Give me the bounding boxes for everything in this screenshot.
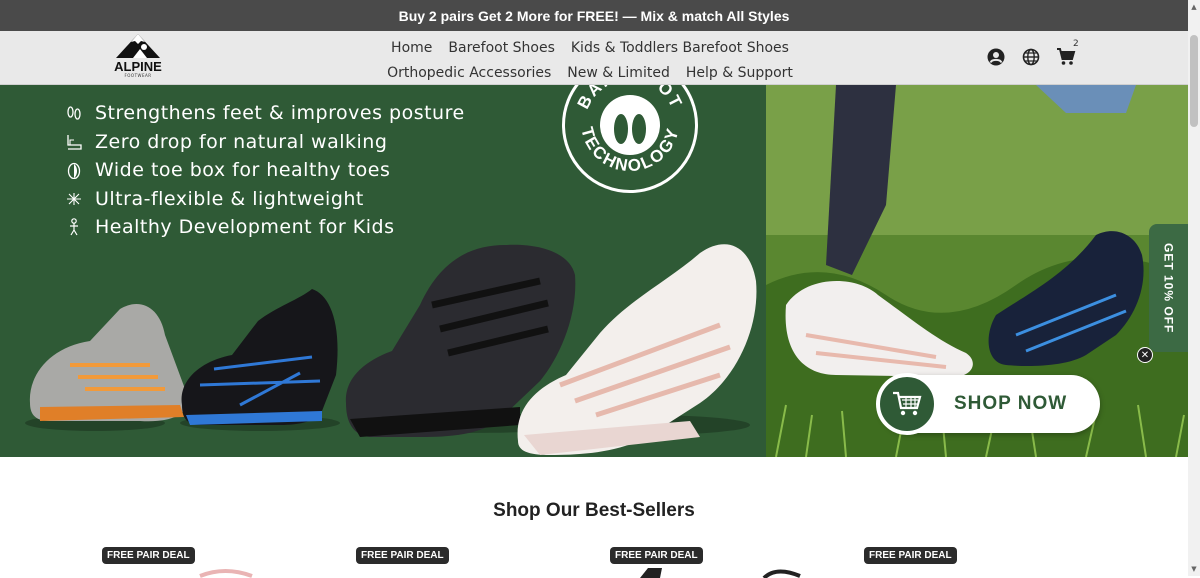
scroll-thumb[interactable] [1190, 35, 1198, 127]
hero-left-panel: Strengthens feet & improves posture Zero… [0, 85, 766, 457]
free-pair-deal-badge: FREE PAIR DEAL [610, 547, 703, 564]
page-scrollbar[interactable]: ▲ ▼ [1188, 0, 1200, 576]
shop-cart-icon [876, 373, 938, 435]
product-image-peek [199, 568, 801, 578]
scroll-up-arrow[interactable]: ▲ [1188, 0, 1200, 14]
nav-help-support[interactable]: Help & Support [686, 65, 793, 81]
mountain-logo-icon [116, 34, 160, 58]
discount-tab-label: GET 10% OFF [1161, 242, 1176, 334]
shop-now-label: SHOP NOW [954, 393, 1068, 414]
nav-row-2: Orthopedic Accessories New & Limited Hel… [387, 60, 793, 85]
bestsellers-title: Shop Our Best-Sellers [493, 500, 695, 521]
close-icon[interactable]: ✕ [1137, 347, 1153, 363]
nav-home[interactable]: Home [391, 40, 432, 56]
cart-count: 2 [1073, 39, 1079, 49]
shop-now-button[interactable]: SHOP NOW [876, 373, 1100, 435]
cart-icon[interactable]: 2 [1055, 39, 1079, 67]
announcement-bar: Buy 2 pairs Get 2 More for FREE! — Mix &… [0, 0, 1188, 31]
nav-row-1: Home Barefoot Shoes Kids & Toddlers Bare… [390, 35, 790, 60]
announcement-text: Buy 2 pairs Get 2 More for FREE! — Mix &… [398, 7, 790, 24]
header-icons: 2 [985, 39, 1079, 67]
discount-side-tab[interactable]: GET 10% OFF [1149, 224, 1188, 352]
alpine-logo[interactable]: ALPINE FOOTWEAR [110, 33, 166, 81]
account-icon[interactable] [985, 46, 1006, 67]
logo-word: ALPINE [114, 59, 162, 74]
site-header: ALPINE FOOTWEAR Home Barefoot Shoes Kids… [0, 31, 1188, 85]
nav-orthopedic-accessories[interactable]: Orthopedic Accessories [387, 65, 551, 81]
scroll-down-arrow[interactable]: ▼ [1188, 562, 1200, 576]
logo-subtitle: FOOTWEAR [124, 73, 152, 78]
nav-kids-toddlers[interactable]: Kids & Toddlers Barefoot Shoes [571, 40, 789, 56]
globe-icon[interactable] [1020, 46, 1041, 67]
nav-new-limited[interactable]: New & Limited [567, 65, 670, 81]
hero-banner[interactable]: Strengthens feet & improves posture Zero… [0, 85, 1188, 457]
shoe-lineup-image [25, 244, 757, 455]
free-pair-deal-badge: FREE PAIR DEAL [102, 547, 195, 564]
free-pair-deal-badge: FREE PAIR DEAL [864, 547, 957, 564]
main-nav: Home Barefoot Shoes Kids & Toddlers Bare… [387, 35, 793, 85]
free-pair-deal-badge: FREE PAIR DEAL [356, 547, 449, 564]
nav-barefoot-shoes[interactable]: Barefoot Shoes [448, 40, 554, 56]
